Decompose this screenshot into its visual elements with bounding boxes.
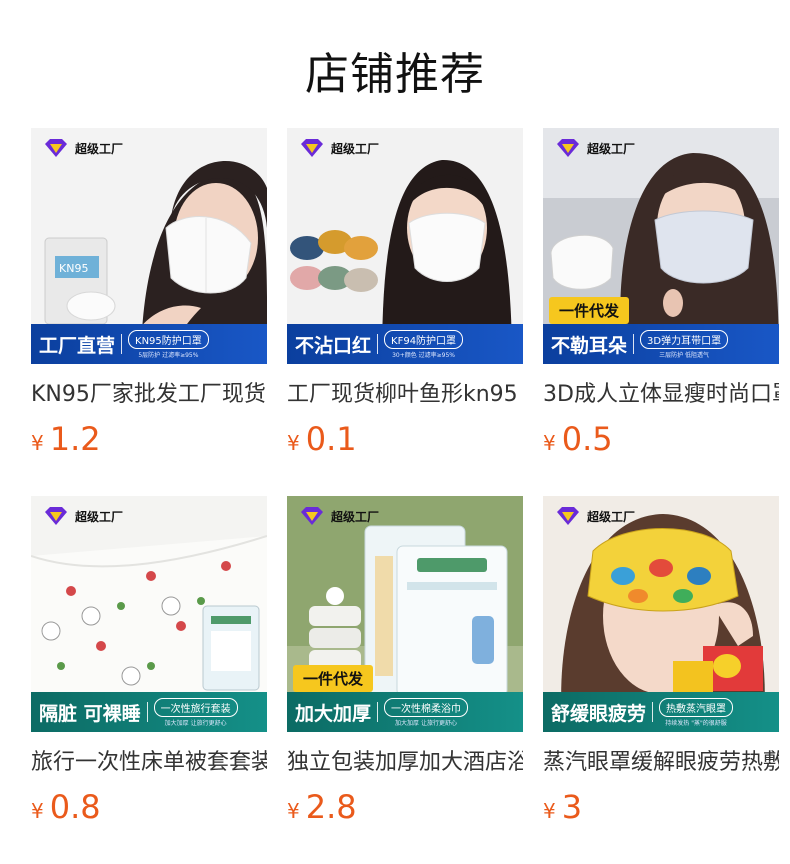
banner-divider: [377, 334, 379, 354]
diamond-logo-icon: [557, 139, 579, 157]
product-card[interactable]: 超级工厂 一件代发 加大加厚 一次性棉柔浴巾 加大加厚 让旅行更舒心 独立包装加…: [287, 496, 523, 826]
diamond-logo-icon: [301, 139, 323, 157]
product-image[interactable]: 超级工厂 不沾口红 KF94防护口罩 30+颜色 过滤率≥95%: [287, 128, 523, 364]
promo-banner: 舒缓眼疲劳 热敷蒸汽眼罩 持续发热 "蒸"的很舒服: [543, 692, 779, 732]
brand-logo: 超级工厂: [43, 506, 123, 526]
price-amount: 1.2: [49, 420, 101, 458]
banner-side: KN95防护口罩 5层防护 过滤率≥95%: [128, 329, 209, 359]
promo-banner: 加大加厚 一次性棉柔浴巾 加大加厚 让旅行更舒心: [287, 692, 523, 732]
dropship-badge: 一件代发: [549, 297, 630, 324]
svg-text:KN95: KN95: [59, 262, 88, 275]
currency-symbol: ¥: [31, 431, 44, 455]
banner-fine-print: 加大加厚 让旅行更舒心: [395, 719, 457, 727]
banner-divider: [121, 334, 123, 354]
product-price: ¥0.5: [543, 420, 613, 458]
brand-text: 超级工厂: [75, 141, 124, 156]
banner-main-text: 不勒耳朵: [551, 334, 628, 357]
banner-divider: [377, 702, 379, 722]
promo-banner: 隔脏 可裸睡 一次性旅行套装 加大加厚 让旅行更舒心: [31, 692, 267, 732]
product-name[interactable]: 3D成人立体显瘦时尚口罩: [543, 376, 779, 408]
product-name[interactable]: 独立包装加厚加大酒店浴巾: [287, 744, 523, 776]
banner-fine-print: 三层防护 低阻透气: [659, 351, 709, 359]
banner-main-text: 工厂直营: [39, 334, 116, 357]
product-name[interactable]: KN95厂家批发工厂现货: [31, 376, 267, 408]
product-name[interactable]: 旅行一次性床单被套套装: [31, 744, 267, 776]
banner-divider: [146, 702, 148, 722]
banner-fine-print: 加大加厚 让旅行更舒心: [164, 719, 227, 727]
currency-symbol: ¥: [287, 431, 300, 455]
currency-symbol: ¥: [287, 799, 300, 823]
product-image[interactable]: 超级工厂 一件代发 加大加厚 一次性棉柔浴巾 加大加厚 让旅行更舒心: [287, 496, 523, 732]
product-card[interactable]: KN95 超级工厂 工厂直营 KN95防护口罩 5层防护 过滤率≥95% KN9…: [31, 128, 267, 458]
diamond-logo-icon: [557, 507, 579, 525]
banner-side: 3D弹力耳带口罩 三层防护 低阻透气: [640, 329, 729, 359]
currency-symbol: ¥: [543, 799, 556, 823]
brand-logo: 超级工厂: [555, 506, 635, 526]
product-price: ¥3: [543, 788, 582, 826]
price-amount: 0.5: [561, 420, 613, 458]
dropship-badge: 一件代发: [293, 665, 374, 692]
price-amount: 0.1: [305, 420, 357, 458]
promo-banner: 不勒耳朵 3D弹力耳带口罩 三层防护 低阻透气: [543, 324, 779, 364]
price-amount: 0.8: [49, 788, 101, 826]
product-price: ¥0.8: [31, 788, 101, 826]
banner-pill: 3D弹力耳带口罩: [640, 329, 729, 349]
brand-text: 超级工厂: [331, 509, 380, 524]
brand-text: 超级工厂: [75, 509, 124, 524]
product-image[interactable]: 超级工厂 隔脏 可裸睡 一次性旅行套装 加大加厚 让旅行更舒心: [31, 496, 267, 732]
banner-side: KF94防护口罩 30+颜色 过滤率≥95%: [384, 329, 464, 359]
product-name[interactable]: 工厂现货柳叶鱼形kn95: [287, 376, 523, 408]
price-amount: 3: [561, 788, 583, 826]
banner-fine-print: 5层防护 过滤率≥95%: [138, 351, 199, 359]
section-title: 店铺推荐: [305, 49, 485, 100]
product-image[interactable]: KN95 超级工厂 工厂直营 KN95防护口罩 5层防护 过滤率≥95%: [31, 128, 267, 364]
banner-fine-print: 持续发热 "蒸"的很舒服: [665, 719, 727, 727]
diamond-logo-icon: [45, 139, 67, 157]
banner-pill: 热敷蒸汽眼罩: [659, 697, 734, 717]
banner-side: 一次性旅行套装 加大加厚 让旅行更舒心: [153, 697, 238, 727]
diamond-logo-icon: [301, 507, 323, 525]
banner-pill: KF94防护口罩: [384, 329, 464, 349]
product-price: ¥2.8: [287, 788, 357, 826]
banner-pill: 一次性棉柔浴巾: [384, 697, 469, 717]
product-card[interactable]: 超级工厂 隔脏 可裸睡 一次性旅行套装 加大加厚 让旅行更舒心 旅行一次性床单被…: [31, 496, 267, 826]
brand-logo: 超级工厂: [43, 138, 123, 158]
banner-main-text: 不沾口红: [295, 334, 372, 357]
product-price: ¥0.1: [287, 420, 357, 458]
banner-fine-print: 30+颜色 过滤率≥95%: [392, 351, 455, 359]
product-name[interactable]: 蒸汽眼罩缓解眼疲劳热敷: [543, 744, 779, 776]
banner-divider: [652, 702, 654, 722]
banner-side: 一次性棉柔浴巾 加大加厚 让旅行更舒心: [384, 697, 469, 727]
brand-text: 超级工厂: [331, 141, 380, 156]
currency-symbol: ¥: [31, 799, 44, 823]
banner-main-text: 舒缓眼疲劳: [551, 702, 647, 725]
currency-symbol: ¥: [543, 431, 556, 455]
brand-logo: 超级工厂: [299, 506, 379, 526]
brand-logo: 超级工厂: [299, 138, 379, 158]
brand-text: 超级工厂: [587, 141, 636, 156]
price-amount: 2.8: [305, 788, 357, 826]
banner-main-text: 加大加厚: [295, 702, 372, 725]
banner-side: 热敷蒸汽眼罩 持续发热 "蒸"的很舒服: [659, 697, 734, 727]
product-card[interactable]: 超级工厂 舒缓眼疲劳 热敷蒸汽眼罩 持续发热 "蒸"的很舒服 蒸汽眼罩缓解眼疲劳…: [543, 496, 779, 826]
banner-pill: KN95防护口罩: [128, 329, 209, 349]
banner-main-text: 隔脏 可裸睡: [39, 702, 141, 725]
banner-pill: 一次性旅行套装: [153, 697, 238, 717]
product-price: ¥1.2: [31, 420, 101, 458]
promo-banner: 工厂直营 KN95防护口罩 5层防护 过滤率≥95%: [31, 324, 267, 364]
banner-divider: [633, 334, 635, 354]
product-card[interactable]: 超级工厂 不沾口红 KF94防护口罩 30+颜色 过滤率≥95% 工厂现货柳叶鱼…: [287, 128, 523, 458]
promo-banner: 不沾口红 KF94防护口罩 30+颜色 过滤率≥95%: [287, 324, 523, 364]
brand-text: 超级工厂: [587, 509, 636, 524]
product-image[interactable]: 超级工厂 一件代发 不勒耳朵 3D弹力耳带口罩 三层防护 低阻透气: [543, 128, 779, 364]
product-image[interactable]: 超级工厂 舒缓眼疲劳 热敷蒸汽眼罩 持续发热 "蒸"的很舒服: [543, 496, 779, 732]
brand-logo: 超级工厂: [555, 138, 635, 158]
product-card[interactable]: 超级工厂 一件代发 不勒耳朵 3D弹力耳带口罩 三层防护 低阻透气 3D成人立体…: [543, 128, 779, 458]
diamond-logo-icon: [45, 507, 67, 525]
